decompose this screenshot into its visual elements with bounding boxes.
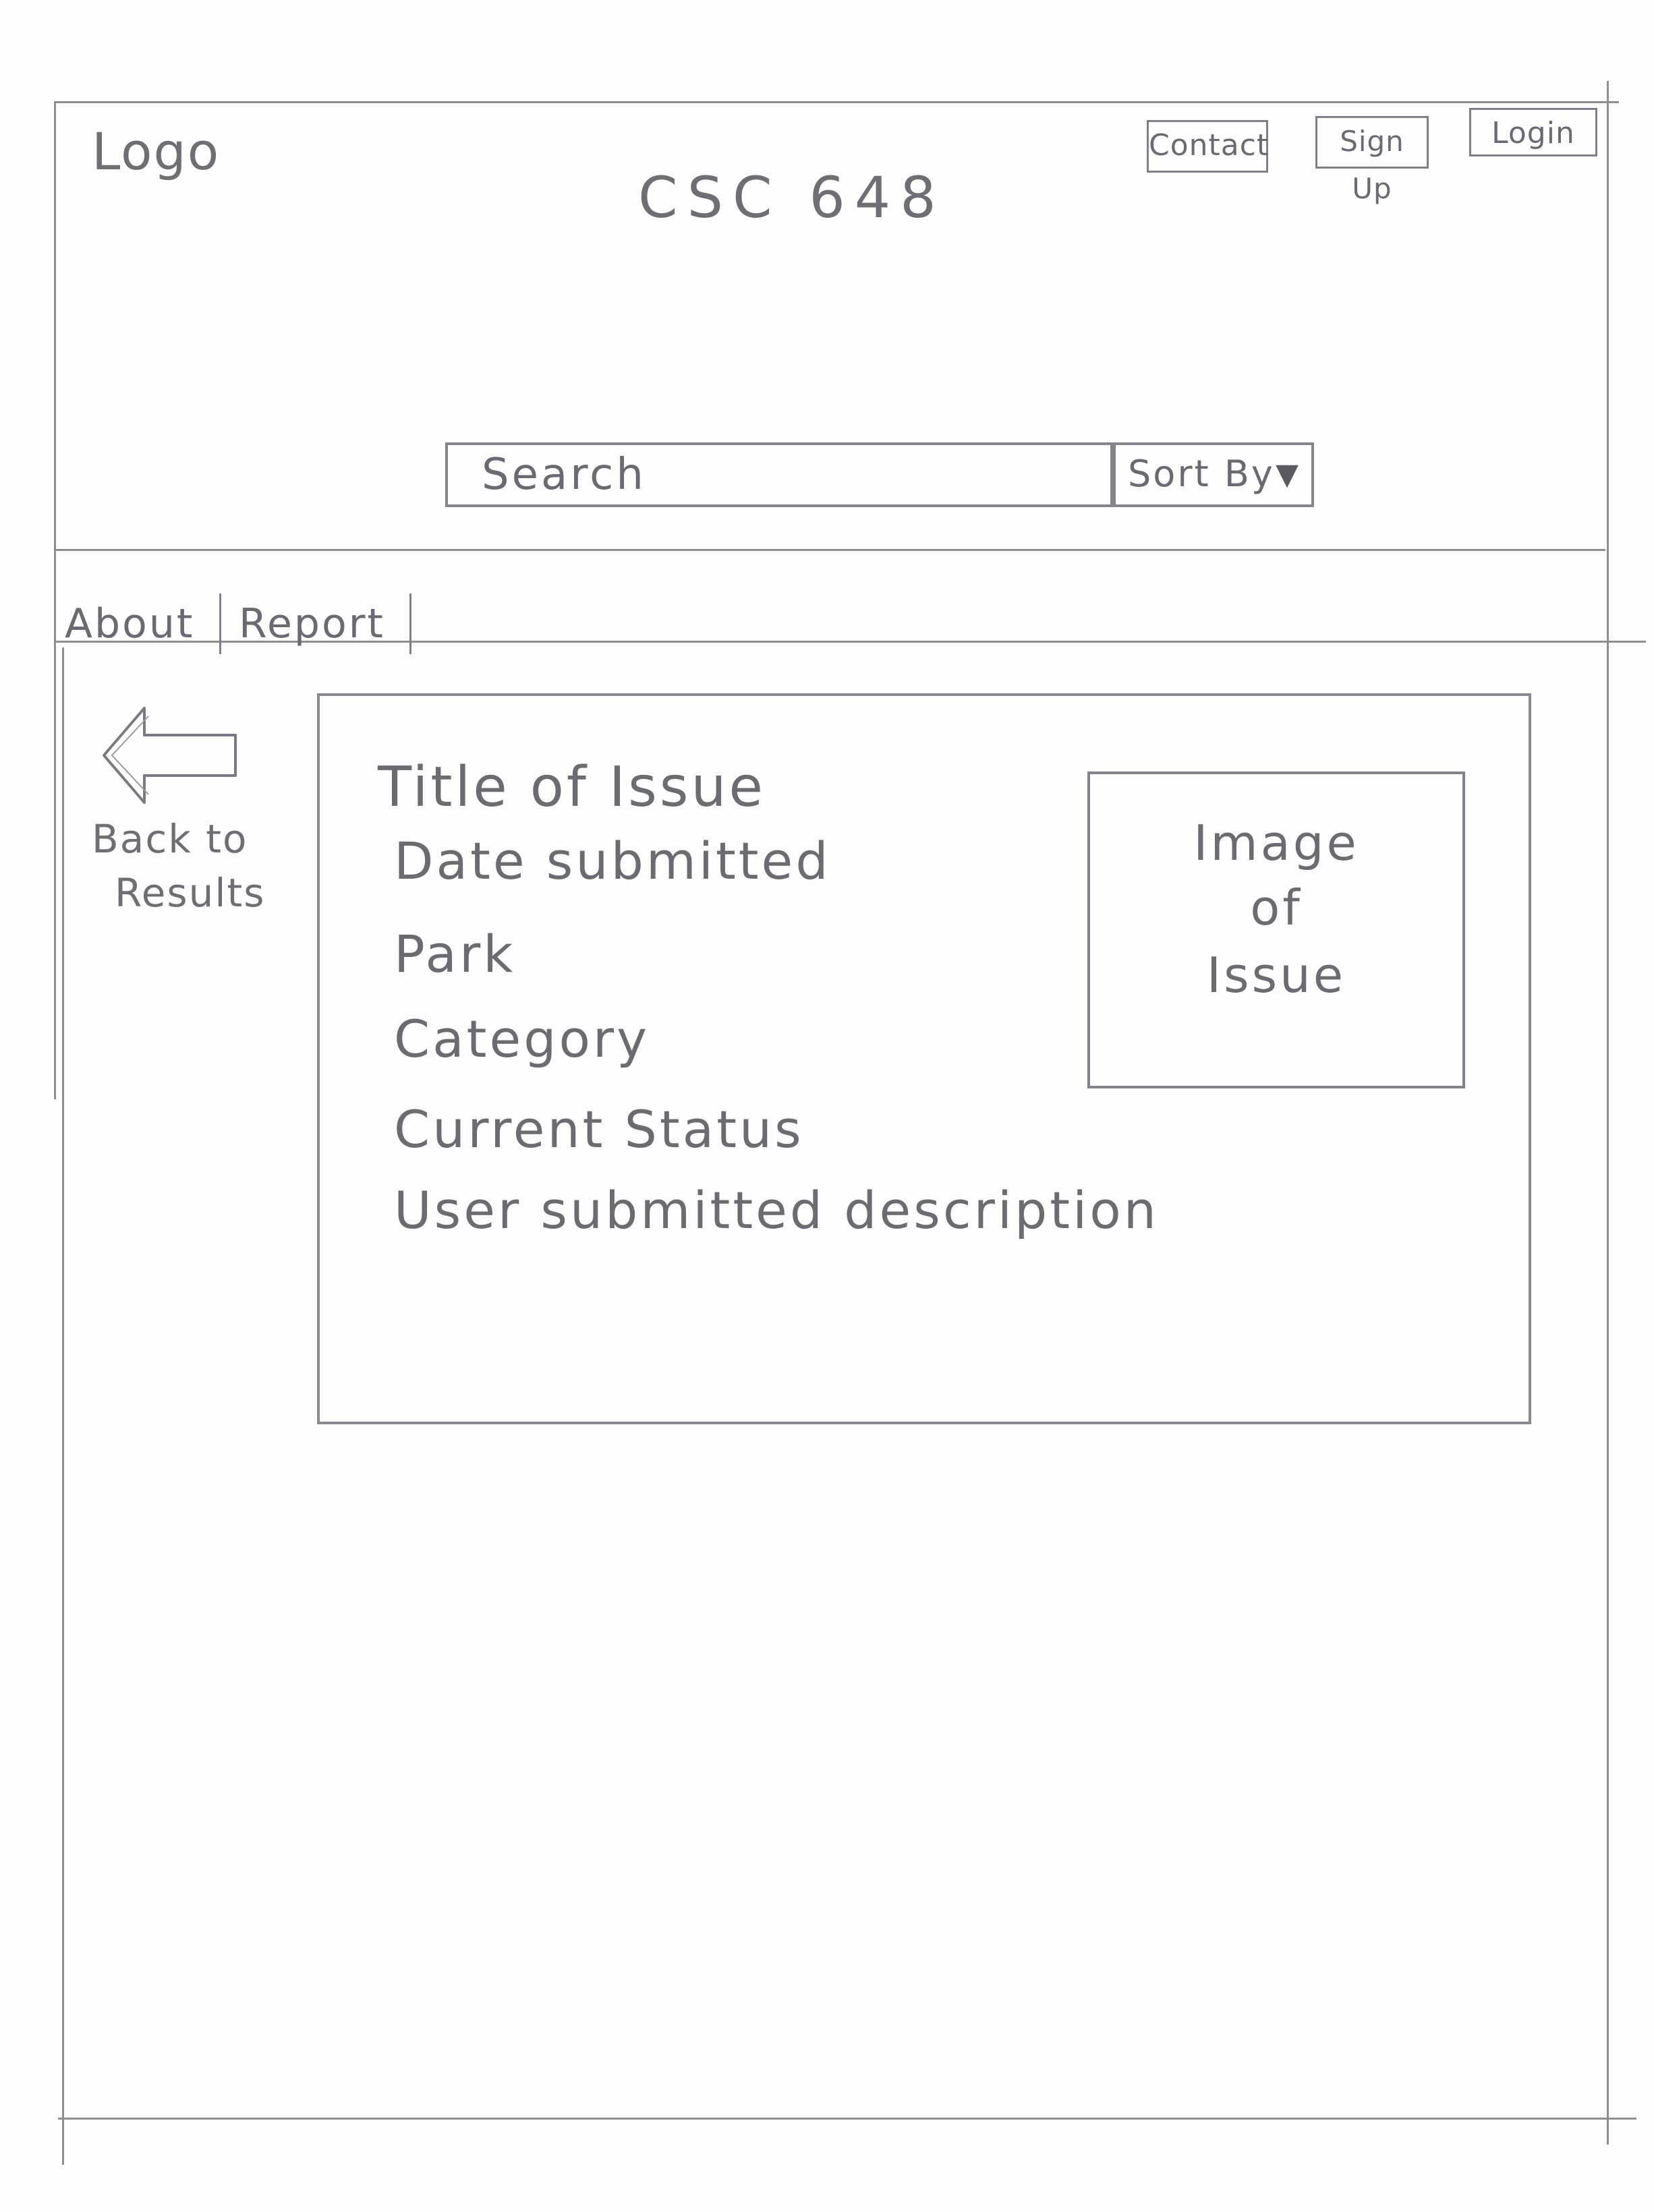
- issue-image-label-line1: Image: [1193, 815, 1359, 871]
- signup-button[interactable]: Sign Up: [1315, 116, 1429, 205]
- issue-category: Category: [394, 1009, 650, 1069]
- issue-park: Park: [394, 924, 516, 984]
- issue-current-status: Current Status: [394, 1099, 804, 1159]
- back-label-line1: Back to: [92, 816, 248, 862]
- back-to-results-button[interactable]: Back to Results: [88, 701, 266, 931]
- logo[interactable]: Logo: [92, 121, 220, 181]
- sort-by-dropdown[interactable]: Sort By ▼: [1113, 442, 1314, 507]
- chevron-down-icon: ▼: [1276, 457, 1301, 492]
- sort-by-label: Sort By: [1128, 453, 1275, 495]
- frame-right: [1607, 81, 1609, 2145]
- issue-title: Title of Issue: [378, 755, 766, 819]
- arrow-left-icon: [103, 707, 237, 804]
- login-button[interactable]: Login: [1469, 108, 1597, 156]
- wireframe-page: Logo CSC 648 Contact Sign Up Login Sort …: [0, 0, 1654, 2212]
- frame-top: [54, 101, 1619, 103]
- tab-report[interactable]: Report: [229, 593, 411, 654]
- issue-image: Image of Issue: [1087, 772, 1465, 1088]
- issue-image-label-line2: of: [1250, 879, 1303, 936]
- search-input[interactable]: [445, 442, 1113, 507]
- issue-date-submitted: Date submitted: [394, 831, 831, 891]
- issue-user-description: User submitted description: [394, 1180, 1159, 1240]
- contact-button[interactable]: Contact: [1147, 120, 1268, 173]
- issue-image-label-line3: Issue: [1206, 947, 1346, 1003]
- frame-left: [54, 101, 56, 1099]
- footer-divider: [58, 2118, 1636, 2120]
- header-divider: [54, 549, 1605, 551]
- back-label-line2: Results: [115, 870, 266, 916]
- tab-about[interactable]: About: [65, 593, 221, 654]
- page-title: CSC 648: [638, 165, 946, 231]
- frame-left-lower: [62, 647, 64, 2165]
